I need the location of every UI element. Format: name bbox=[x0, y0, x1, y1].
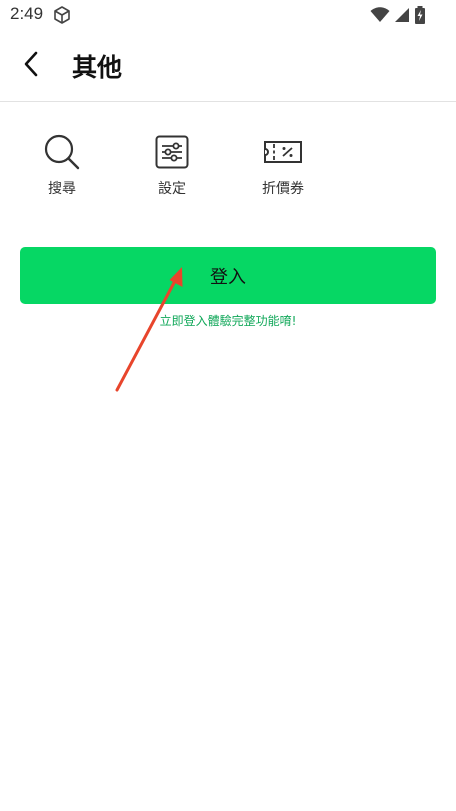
status-icons bbox=[370, 6, 426, 28]
screen: 2:49 其他 搜尋 設定 折價券 登入 立即登入體驗完整功能唷! bbox=[0, 0, 456, 811]
status-bar: 2:49 bbox=[0, 0, 456, 30]
shortcut-search[interactable]: 搜尋 bbox=[22, 132, 102, 202]
sliders-icon bbox=[152, 132, 192, 172]
signal-icon bbox=[394, 7, 410, 27]
login-hint: 立即登入體驗完整功能唷! bbox=[159, 314, 297, 328]
shortcut-search-label: 搜尋 bbox=[48, 181, 76, 197]
login-button[interactable]: 登入 bbox=[20, 247, 436, 304]
app-header: 其他 bbox=[0, 30, 456, 102]
shortcut-coupon[interactable]: 折價券 bbox=[243, 132, 323, 202]
shortcut-grid: 搜尋 設定 折價券 bbox=[0, 132, 456, 212]
page-title: 其他 bbox=[72, 53, 123, 82]
annotation-arrow-icon bbox=[115, 267, 183, 392]
battery-charging-icon bbox=[414, 6, 426, 28]
status-time: 2:49 bbox=[10, 4, 44, 23]
back-button[interactable] bbox=[14, 48, 50, 84]
chevron-left-icon bbox=[21, 50, 43, 82]
search-icon bbox=[42, 132, 82, 172]
shortcut-settings[interactable]: 設定 bbox=[132, 132, 212, 202]
coupon-icon bbox=[263, 132, 303, 172]
cube-icon bbox=[52, 5, 72, 29]
wifi-icon bbox=[370, 7, 390, 27]
shortcut-coupon-label: 折價券 bbox=[262, 181, 304, 197]
shortcut-settings-label: 設定 bbox=[158, 181, 186, 197]
